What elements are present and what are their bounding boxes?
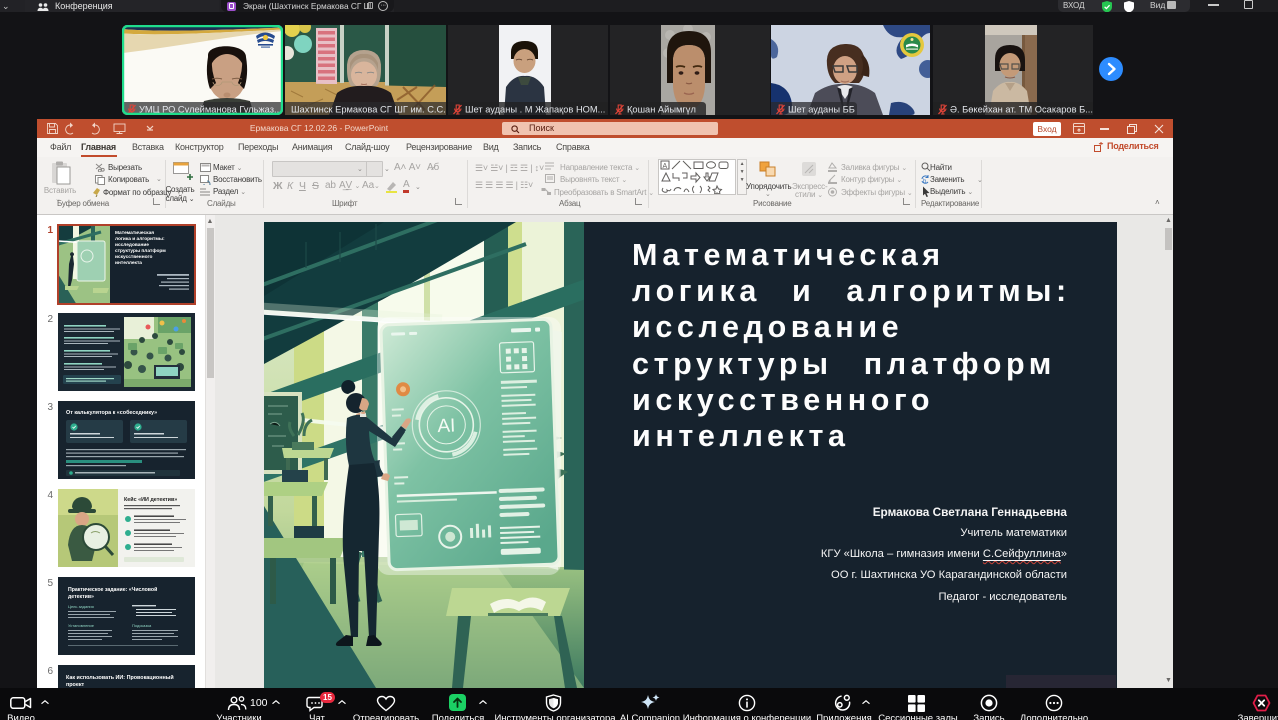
svg-text:Кейс «ИИ детектив»: Кейс «ИИ детектив» — [124, 496, 177, 503]
svg-text:логика и алгоритмы:: логика и алгоритмы: — [115, 237, 165, 242]
svg-text:структуры платформ: структуры платформ — [115, 247, 166, 254]
svg-text:Шет ауданы ББ: Шет ауданы ББ — [788, 105, 855, 115]
svg-text:Цель задания: Цель задания — [68, 604, 94, 609]
svg-text:AI: AI — [437, 416, 456, 438]
svg-text:От калькулятора к «собеседнику: От калькулятора к «собеседнику» — [66, 409, 157, 416]
svg-text:исследование: исследование — [115, 243, 149, 248]
svg-text:Как использовать ИИ: Провокаци: Как использовать ИИ: Провокационный — [66, 674, 174, 681]
svg-text:Шет ауданы . М Жапақов НОМ...: Шет ауданы . М Жапақов НОМ... — [465, 105, 605, 115]
svg-text:Математическая: Математическая — [115, 230, 154, 236]
svg-text:Қошан Айымгүл: Қошан Айымгүл — [627, 105, 696, 115]
svg-text:искусственного: искусственного — [115, 255, 152, 260]
svg-text:детектив»: детектив» — [68, 594, 94, 600]
svg-text:Ә. Бөкейхан ат. ТМ Осакаров Б.: Ә. Бөкейхан ат. ТМ Осакаров Б... — [950, 105, 1093, 115]
svg-text:Подсказка: Подсказка — [132, 623, 152, 628]
svg-text:интеллекта: интеллекта — [115, 261, 142, 266]
svg-text:Установление: Установление — [68, 623, 95, 628]
svg-text:b: b — [923, 179, 927, 185]
svg-text:Шахтинск Ермакова СГ ШГ им. С.: Шахтинск Ермакова СГ ШГ им. С.С... — [291, 105, 446, 115]
svg-text:А: А — [663, 163, 668, 170]
svg-text:Практическое задание: «Числово: Практическое задание: «Числовой — [68, 586, 157, 593]
svg-text:проект: проект — [66, 682, 85, 688]
